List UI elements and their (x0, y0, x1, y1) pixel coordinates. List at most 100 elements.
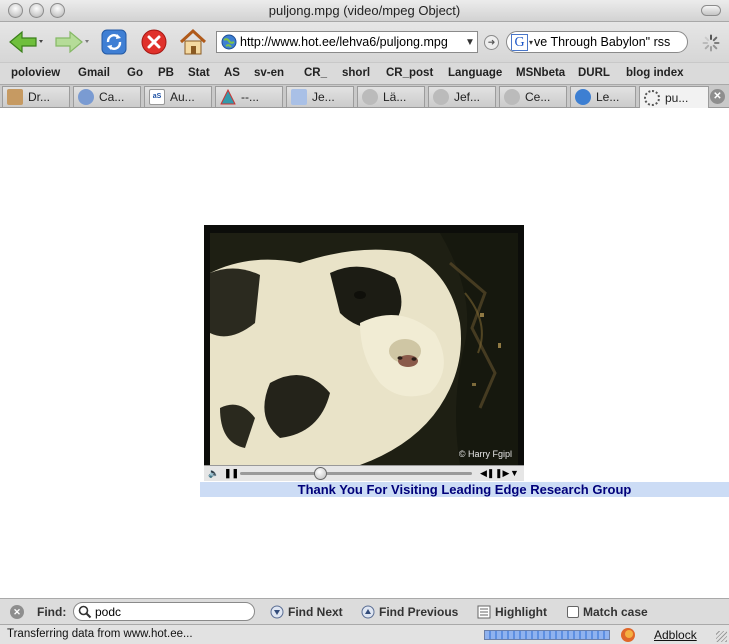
stop-icon (141, 29, 167, 55)
thank-you-banner: Thank You For Visiting Leading Edge Rese… (200, 482, 729, 497)
close-findbar-button[interactable]: ✕ (10, 605, 24, 619)
video-frame[interactable]: © Harry Fgipl (210, 233, 518, 465)
bookmark-stat[interactable]: Stat (188, 67, 210, 79)
match-case-checkbox[interactable]: Match case (567, 605, 648, 619)
tab-6[interactable]: Lä... (357, 86, 425, 107)
bookmark-durl[interactable]: DURL (578, 67, 610, 79)
find-previous-button[interactable]: Find Previous (361, 605, 458, 619)
search-text: ve Through Babylon" rss (534, 35, 671, 49)
find-query: podc (95, 604, 122, 619)
tab-4[interactable]: --... (215, 86, 283, 107)
bookmark-cr-post[interactable]: CR_post (386, 67, 433, 79)
seek-track[interactable] (240, 467, 472, 480)
bookmark-go[interactable]: Go (127, 67, 143, 79)
video-watermark: © Harry Fgipl (458, 449, 512, 459)
bookmark-blog-index[interactable]: blog index (626, 67, 684, 79)
search-field[interactable]: G ▾ ve Through Babylon" rss (506, 31, 688, 53)
back-button[interactable] (6, 26, 46, 58)
tab-label: Je... (312, 90, 335, 104)
bookmark-poloview[interactable]: poloview (11, 67, 60, 79)
seek-slider-handle[interactable] (314, 467, 327, 480)
step-forward-button[interactable]: ❚▶ (495, 467, 509, 480)
bookmark-shorl[interactable]: shorl (342, 67, 370, 79)
tab-label: pu... (665, 90, 689, 105)
tab-label: Ca... (99, 90, 125, 104)
loading-progress-bar (484, 630, 610, 640)
home-icon (179, 28, 207, 55)
reload-button[interactable] (99, 26, 129, 58)
resize-grip[interactable] (716, 631, 727, 642)
back-arrow-icon (9, 30, 43, 54)
forward-button[interactable] (52, 26, 92, 58)
url-dropdown-icon[interactable]: ▼ (463, 37, 477, 48)
highlight-label: Highlight (495, 605, 547, 619)
tab-label: --... (241, 90, 259, 104)
tab-favicon (362, 89, 378, 105)
find-next-button[interactable]: Find Next (270, 605, 343, 619)
tab-favicon (7, 89, 23, 105)
bookmark-language[interactable]: Language (448, 67, 502, 79)
bookmark-pb[interactable]: PB (158, 67, 174, 79)
bookmark-as[interactable]: AS (224, 67, 240, 79)
throbber-icon (702, 34, 720, 52)
find-label: Find: (37, 605, 67, 619)
window-title: puljong.mpg (video/mpeg Object) (268, 3, 461, 18)
pause-button[interactable]: ❚❚ (224, 467, 239, 480)
tab-favicon (220, 89, 236, 105)
tab-label: Au... (170, 90, 195, 104)
bookmark-msnbeta[interactable]: MSNbeta (516, 67, 565, 79)
firefox-icon[interactable] (620, 627, 636, 643)
page-content: © Harry Fgipl 🔈 ❚❚ ◀❚ ❚▶ ▼ Thank You For… (0, 108, 729, 598)
video-player[interactable]: © Harry Fgipl 🔈 ❚❚ ◀❚ ❚▶ ▼ (204, 225, 524, 481)
bookmark-cr[interactable]: CR_ (304, 67, 327, 79)
loading-spinner-icon (644, 89, 660, 106)
match-case-label: Match case (583, 605, 648, 619)
search-icon (78, 605, 92, 618)
search-engine-icon[interactable]: G (511, 33, 528, 51)
highlight-icon (477, 605, 491, 619)
stop-button[interactable] (139, 26, 169, 58)
toolbar-toggle-button[interactable] (701, 5, 721, 16)
bookmark-sv-en[interactable]: sv-en (254, 67, 284, 79)
tab-favicon (433, 89, 449, 105)
bookmark-gmail[interactable]: Gmail (78, 67, 110, 79)
volume-icon[interactable]: 🔈 (208, 467, 219, 480)
adblock-status-link[interactable]: Adblock (654, 628, 697, 642)
find-next-label: Find Next (288, 605, 343, 619)
reload-icon (101, 29, 127, 55)
tab-label: Lä... (383, 90, 407, 104)
tab-2[interactable]: Ca... (73, 86, 141, 107)
find-bar: ✕ Find: podc Find Next Find Previous Hig… (0, 598, 729, 624)
go-icon: ➜ (487, 37, 496, 47)
status-bar: Transferring data from www.hot.ee... Adb… (0, 624, 729, 644)
close-icon: ✕ (713, 91, 722, 102)
tab-strip: Dr... Ca... aS Au... --... Je... Lä... J… (0, 84, 729, 108)
find-input[interactable]: podc (73, 602, 255, 621)
forward-arrow-icon (55, 30, 89, 54)
engine-dropdown-icon[interactable]: ▾ (529, 38, 533, 47)
arrow-down-icon (270, 605, 284, 619)
close-tab-button[interactable]: ✕ (710, 89, 725, 104)
tab-10-active[interactable]: pu... (639, 86, 709, 108)
tab-favicon: aS (149, 89, 165, 105)
tab-label: Jef... (454, 90, 481, 104)
url-field[interactable]: http://www.hot.ee/lehva6/puljong.mpg ▼ (216, 31, 478, 53)
tab-8[interactable]: Ce... (499, 86, 567, 107)
bookmarks-toolbar: poloview Gmail Go PB Stat AS sv-en CR_ s… (0, 62, 729, 84)
tab-favicon (504, 89, 520, 105)
tab-1[interactable]: Dr... (2, 86, 70, 107)
tab-5[interactable]: Je... (286, 86, 354, 107)
checkbox-icon[interactable] (567, 606, 579, 618)
status-text: Transferring data from www.hot.ee... (7, 628, 193, 640)
tab-3[interactable]: aS Au... (144, 86, 212, 107)
tab-label: Le... (596, 90, 620, 104)
find-previous-label: Find Previous (379, 605, 459, 619)
tab-7[interactable]: Jef... (428, 86, 496, 107)
tab-9[interactable]: Le... (570, 86, 636, 107)
home-button[interactable] (177, 26, 209, 58)
video-image (210, 233, 518, 465)
go-button[interactable]: ➜ (484, 35, 499, 50)
player-menu-button[interactable]: ▼ (510, 467, 519, 480)
step-back-button[interactable]: ◀❚ (480, 467, 494, 480)
highlight-button[interactable]: Highlight (477, 605, 547, 619)
